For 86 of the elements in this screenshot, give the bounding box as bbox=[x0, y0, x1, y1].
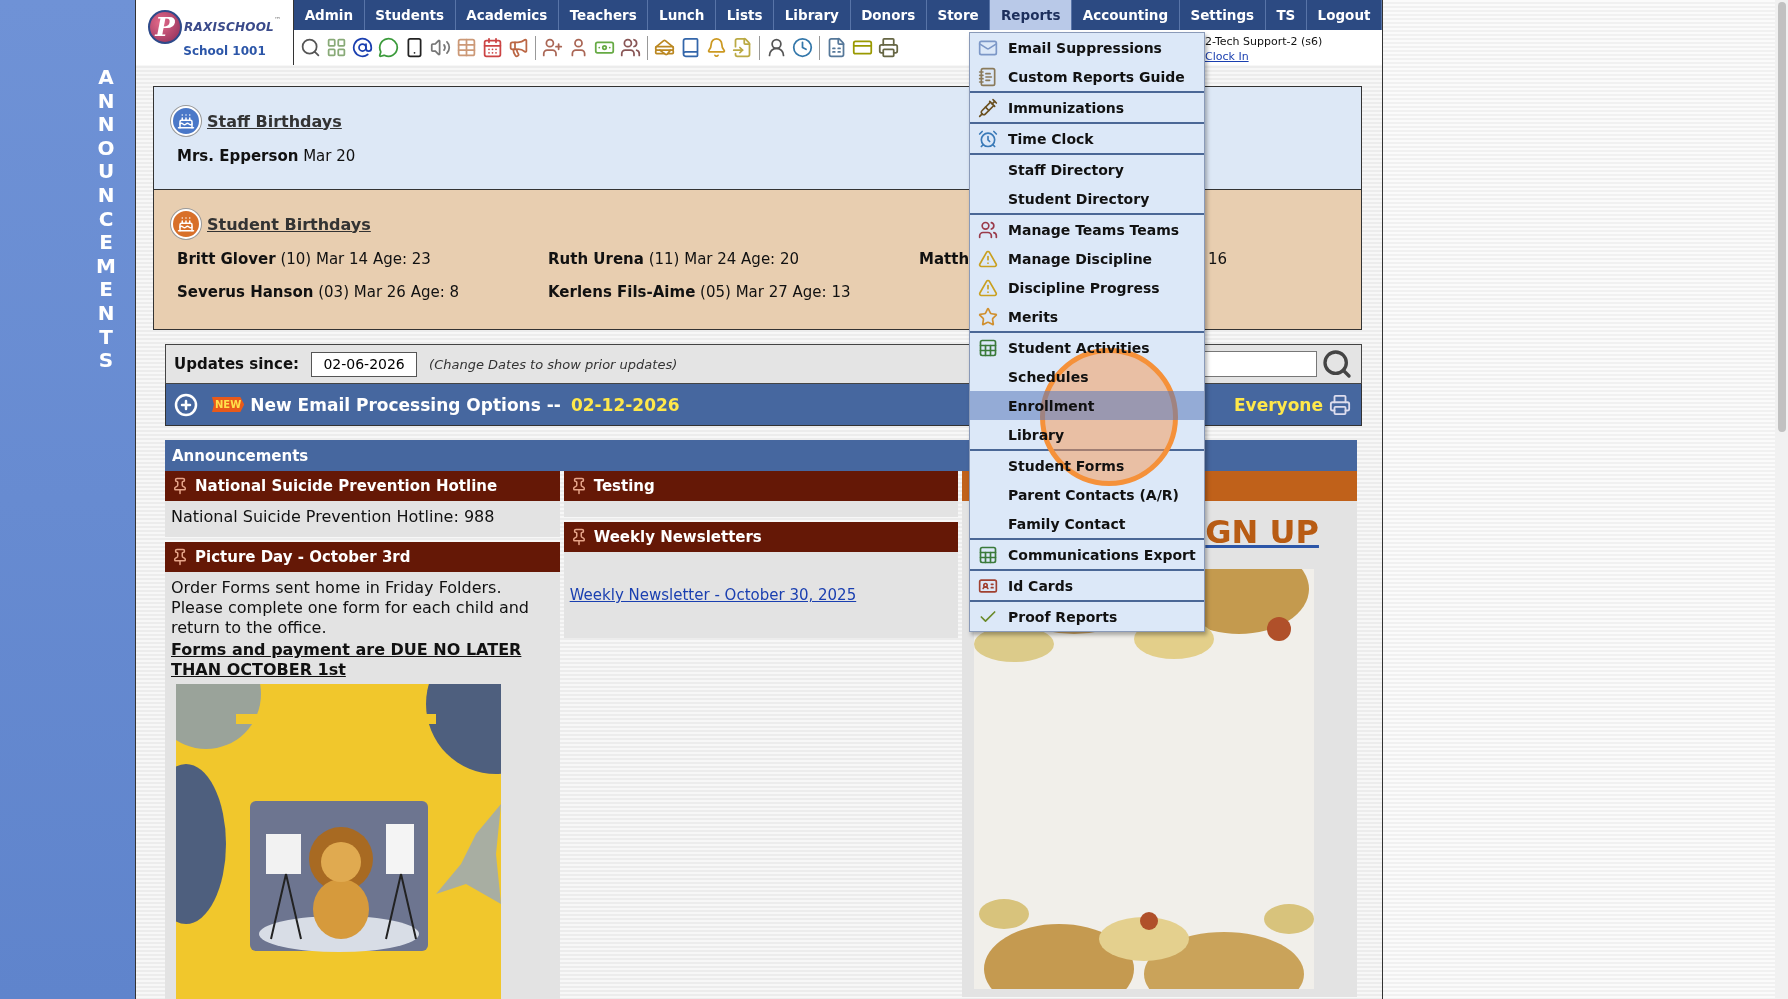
menu-item[interactable]: Manage Discipline bbox=[970, 244, 1204, 273]
nav-tab[interactable]: Reports bbox=[990, 0, 1073, 30]
menu-item[interactable]: Parent Contacts (A/R) bbox=[970, 480, 1204, 509]
birthday-entry: 16 bbox=[1207, 249, 1227, 268]
menu-item[interactable]: Discipline Progress bbox=[970, 273, 1204, 302]
panel-title[interactable]: Staff Birthdays bbox=[207, 111, 342, 131]
table-icon[interactable] bbox=[456, 37, 477, 58]
announcement-text: Order Forms sent home in Friday Folders. Please complete one form for each child and return to the office. bbox=[171, 578, 530, 638]
spreadsheet-icon bbox=[978, 337, 998, 358]
newsletter-link[interactable]: Weekly Newsletter - October 30, 2025 bbox=[569, 586, 953, 604]
at-sign-icon[interactable] bbox=[352, 37, 373, 58]
chat-icon[interactable] bbox=[378, 37, 399, 58]
search-icon[interactable] bbox=[1321, 348, 1353, 380]
notebook-icon bbox=[978, 66, 998, 87]
school-name: School 1001 bbox=[183, 43, 266, 58]
search-icon[interactable] bbox=[300, 37, 321, 58]
announcements-label: ANNOUNCEMENTS bbox=[96, 66, 116, 373]
announcement-title: Testing bbox=[593, 477, 655, 495]
menu-item[interactable]: Proof Reports bbox=[970, 602, 1204, 631]
menu-item[interactable]: Student Directory bbox=[970, 184, 1204, 213]
clock-in-link[interactable]: Clock In bbox=[1205, 48, 1249, 64]
user-plus-icon[interactable] bbox=[542, 37, 563, 58]
warning-icon bbox=[978, 248, 998, 269]
user-name: 2-Tech Support-2 (s6) bbox=[1205, 33, 1324, 49]
pin-icon bbox=[171, 477, 189, 495]
printer-icon[interactable] bbox=[878, 37, 899, 58]
news-date: 02-12-2026 bbox=[570, 394, 680, 415]
panel-title[interactable]: Student Birthdays bbox=[207, 214, 371, 234]
printer-icon[interactable] bbox=[1329, 393, 1351, 416]
menu-item[interactable]: Email Suppressions bbox=[970, 33, 1204, 62]
deadline-text: Forms and payment are DUE NO LATER THAN OCTOBER 1st bbox=[171, 640, 523, 680]
people-icon bbox=[978, 219, 998, 240]
announcement-title: Picture Day - October 3rd bbox=[195, 548, 411, 566]
date-field[interactable]: 02-06-2026 bbox=[311, 351, 418, 377]
birthday-entry: Mrs. Epperson Mar 20 bbox=[177, 146, 357, 165]
cake-icon bbox=[171, 209, 201, 239]
warning-icon bbox=[978, 277, 998, 298]
announcement-title: Weekly Newsletters bbox=[593, 528, 762, 546]
megaphone-icon[interactable] bbox=[508, 37, 529, 58]
announcement-text: National Suicide Prevention Hotline: 988 bbox=[171, 507, 496, 527]
book-icon[interactable] bbox=[680, 37, 701, 58]
sandwich-icon[interactable] bbox=[654, 37, 675, 58]
menu-item[interactable]: Enrollment bbox=[970, 391, 1204, 420]
alarm-clock-icon bbox=[978, 128, 998, 149]
expand-icon[interactable] bbox=[174, 392, 198, 417]
phone-icon[interactable] bbox=[404, 37, 425, 58]
calendar-icon[interactable] bbox=[482, 37, 503, 58]
scrollbar[interactable] bbox=[1775, 0, 1788, 999]
scroll-thumb[interactable] bbox=[1777, 2, 1786, 432]
syringe-icon bbox=[978, 97, 998, 118]
pin-icon bbox=[171, 548, 189, 566]
new-badge: NEW bbox=[212, 397, 245, 412]
birthday-entry: Ruth Urena (11) Mar 24 Age: 20 bbox=[548, 249, 801, 268]
menu-item[interactable]: Staff Directory bbox=[970, 155, 1204, 184]
logo-mark: P bbox=[148, 9, 183, 44]
grid-icon[interactable] bbox=[326, 37, 347, 58]
menu-item[interactable]: Family Contact bbox=[970, 509, 1204, 538]
menu-item[interactable]: Time Clock bbox=[970, 124, 1204, 153]
birthday-entry: Britt Glover (10) Mar 14 Age: 23 bbox=[177, 249, 432, 268]
announcement-title: National Suicide Prevention Hotline bbox=[195, 477, 498, 495]
spreadsheet-icon[interactable] bbox=[826, 37, 847, 58]
file-arrow-icon[interactable] bbox=[732, 37, 753, 58]
birthday-entry: Matth bbox=[919, 249, 970, 268]
clock-icon[interactable] bbox=[792, 37, 813, 58]
birthday-entry: Kerlens Fils-Aime (05) Mar 27 Age: 13 bbox=[548, 282, 852, 301]
cake-icon bbox=[171, 106, 201, 136]
people-icon[interactable] bbox=[620, 37, 641, 58]
bell-icon[interactable] bbox=[706, 37, 727, 58]
audience-label: Everyone bbox=[1234, 394, 1323, 415]
star-icon bbox=[978, 306, 998, 327]
spreadsheet-icon bbox=[978, 544, 998, 565]
menu-item[interactable]: Id Cards bbox=[970, 571, 1204, 600]
sign-up-link[interactable]: GN UP bbox=[1205, 513, 1319, 551]
menu-item[interactable]: Communications Export bbox=[970, 540, 1204, 569]
menu-item[interactable]: Custom Reports Guide bbox=[970, 62, 1204, 91]
updates-hint: (Change Dates to show prior updates) bbox=[429, 356, 678, 372]
speaker-icon[interactable] bbox=[430, 37, 451, 58]
birthday-entry: Severus Hanson (03) Mar 26 Age: 8 bbox=[177, 282, 461, 301]
menu-item[interactable]: Immunizations bbox=[970, 93, 1204, 122]
news-title[interactable]: New Email Processing Options -- bbox=[250, 394, 561, 415]
menu-item[interactable]: Manage Teams Teams bbox=[970, 215, 1204, 244]
search-field[interactable] bbox=[1202, 351, 1317, 377]
logo-wordmark: RAXISCHOOL bbox=[184, 19, 274, 34]
updates-label: Updates since: bbox=[174, 355, 300, 373]
person-icon[interactable] bbox=[766, 37, 787, 58]
menu-item[interactable]: Merits bbox=[970, 302, 1204, 331]
